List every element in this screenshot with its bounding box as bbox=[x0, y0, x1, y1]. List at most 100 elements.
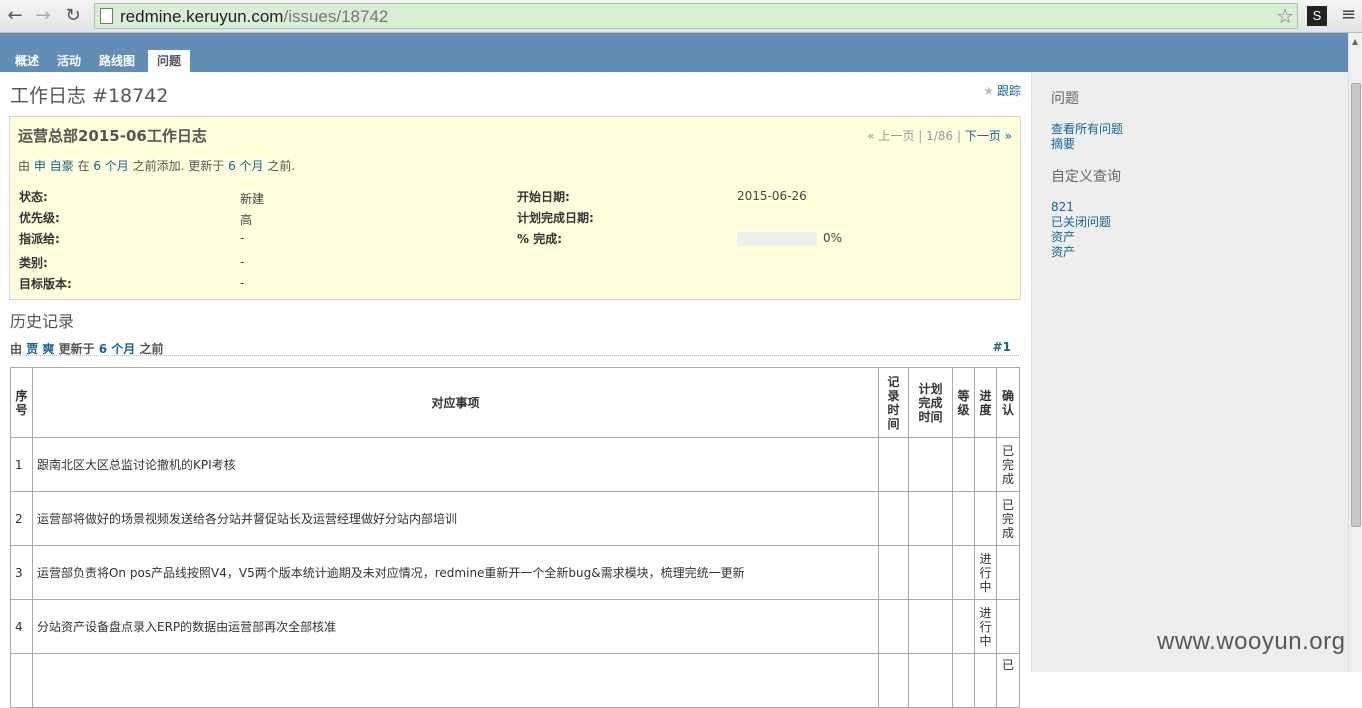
row-confirm-text: 已 bbox=[1001, 658, 1014, 672]
category-value: - bbox=[240, 255, 245, 269]
pager-separator: | bbox=[956, 129, 961, 143]
issue-subject: 运营总部2015-06工作日志 bbox=[18, 127, 207, 145]
done-label: % 完成: bbox=[517, 232, 563, 246]
row-plan-time bbox=[908, 653, 953, 708]
reload-icon[interactable]: ↻ bbox=[62, 5, 84, 27]
author-by: 由 bbox=[18, 159, 31, 173]
issue-pager: « 上一页 | 1/86 | 下一页 » bbox=[867, 127, 1012, 144]
row-item bbox=[31, 653, 880, 708]
sidebar-query-assets-2[interactable]: 资产 bbox=[1051, 245, 1329, 260]
row-confirm: 已 bbox=[995, 653, 1021, 708]
task-table: 序号 对应事项 记录时间 计划完成时间 等级 进度 确认 1 跟南北区大区总监讨… bbox=[10, 367, 1021, 708]
row-confirm bbox=[995, 545, 1021, 600]
page-icon bbox=[100, 8, 113, 24]
row-progress bbox=[973, 653, 997, 708]
scroll-up-icon[interactable]: ▲ bbox=[1352, 37, 1358, 46]
row-level bbox=[951, 545, 975, 600]
row-item: 运营部将做好的场景视频发送给各分站并督促站长及运营经理做好分站内部培训 bbox=[31, 491, 880, 546]
row-level bbox=[951, 653, 975, 708]
sidebar-query-assets[interactable]: 资产 bbox=[1051, 230, 1329, 245]
added-ago-link[interactable]: 6 个月 bbox=[93, 159, 128, 173]
author-line: 由 申 自豪 在 6 个月 之前添加. 更新于 6 个月 之前. bbox=[18, 157, 295, 174]
header-progress-text: 进度 bbox=[979, 388, 992, 417]
sidebar-query-closed[interactable]: 已关闭问题 bbox=[1051, 215, 1329, 230]
row-num: 4 bbox=[10, 599, 33, 654]
sidebar: 问题 查看所有问题 摘要 自定义查询 821 已关闭问题 资产 资产 bbox=[1031, 72, 1348, 672]
sidebar-queries-heading: 自定义查询 bbox=[1051, 169, 1121, 185]
extension-icon[interactable]: S bbox=[1307, 6, 1327, 26]
table-row: 4 分站资产设备盘点录入ERP的数据由运营部再次全部核准 进行中 bbox=[10, 599, 1021, 654]
header-confirm-text: 确认 bbox=[1001, 388, 1014, 417]
row-confirm-text: 已完成 bbox=[1001, 443, 1014, 486]
pager-separator: | bbox=[918, 129, 923, 143]
journal-suffix: 之前 bbox=[139, 342, 164, 356]
sidebar-link-all-issues[interactable]: 查看所有问题 bbox=[1051, 122, 1329, 137]
next-link[interactable]: 下一页 » bbox=[965, 129, 1012, 143]
row-confirm: 已完成 bbox=[995, 491, 1021, 546]
back-arrow-icon[interactable]: ← bbox=[4, 5, 26, 27]
table-row: 1 跟南北区大区总监讨论撤机的KPI考核 已完成 bbox=[10, 437, 1021, 492]
author-at: 在 bbox=[77, 159, 90, 173]
header-confirm: 确认 bbox=[995, 367, 1021, 438]
url-host: redmine.keruyun.com bbox=[120, 7, 284, 26]
row-progress bbox=[973, 437, 997, 492]
scroll-thumb[interactable] bbox=[1351, 83, 1361, 527]
tab-activity[interactable]: 活动 bbox=[48, 50, 90, 72]
forward-arrow-icon[interactable]: → bbox=[32, 5, 54, 27]
prev-link[interactable]: « 上一页 bbox=[867, 129, 914, 143]
author-link[interactable]: 申 自豪 bbox=[34, 159, 74, 173]
pager-position: 1/86 bbox=[926, 129, 954, 143]
updated-ago-link[interactable]: 6 个月 bbox=[228, 159, 263, 173]
sidebar-query-821[interactable]: 821 bbox=[1051, 200, 1329, 215]
header-record-time-text: 记录时间 bbox=[887, 374, 900, 431]
done-value: 0% bbox=[823, 231, 843, 245]
version-label: 目标版本: bbox=[19, 277, 72, 291]
page-scrollbar[interactable]: ▲ bbox=[1348, 33, 1362, 672]
watch-link[interactable]: ★ 跟踪 bbox=[983, 82, 1021, 99]
journal-user-link[interactable]: 贾 爽 bbox=[26, 342, 54, 356]
table-row: 3 运营部负责将On pos产品线按照V4，V5两个版本统计逾期及未对应情况，r… bbox=[10, 545, 1021, 600]
journal-number-link[interactable]: #1 bbox=[993, 340, 1011, 354]
category-label: 类别: bbox=[19, 256, 48, 270]
main-menu: 概述 活动 路线图 问题 bbox=[6, 50, 191, 72]
row-level bbox=[951, 599, 975, 654]
watch-label[interactable]: 跟踪 bbox=[997, 84, 1021, 98]
table-header-row: 序号 对应事项 记录时间 计划完成时间 等级 进度 确认 bbox=[10, 367, 1021, 438]
row-record-time bbox=[878, 653, 910, 708]
tab-overview[interactable]: 概述 bbox=[6, 50, 48, 72]
main-content: 工作日志 #18742 ★ 跟踪 运营总部2015-06工作日志 « 上一页 | … bbox=[0, 72, 1031, 708]
row-record-time bbox=[878, 545, 910, 600]
issue-details-box: 运营总部2015-06工作日志 « 上一页 | 1/86 | 下一页 » 由 申… bbox=[9, 116, 1021, 300]
browser-toolbar: ← → ↻ redmine.keruyun.com/issues/18742 ☆… bbox=[0, 0, 1362, 33]
bookmark-star-icon[interactable]: ☆ bbox=[1276, 4, 1294, 28]
priority-label: 优先级: bbox=[19, 211, 60, 225]
row-plan-time bbox=[908, 491, 953, 546]
header-level: 等级 bbox=[951, 367, 975, 438]
url-text[interactable]: redmine.keruyun.com/issues/18742 bbox=[120, 7, 388, 27]
header-plan-time: 计划完成时间 bbox=[908, 367, 953, 438]
tab-issues[interactable]: 问题 bbox=[148, 50, 191, 72]
row-num: 1 bbox=[10, 437, 33, 492]
journal-ago-link[interactable]: 6 个月 bbox=[99, 342, 136, 356]
header-num: 序号 bbox=[10, 367, 33, 438]
row-progress-text: 进行中 bbox=[979, 551, 992, 594]
row-record-time bbox=[878, 491, 910, 546]
header-plan-time-text: 计划完成时间 bbox=[918, 381, 943, 424]
header-level-text: 等级 bbox=[957, 388, 970, 417]
priority-value: 高 bbox=[240, 213, 253, 227]
row-level bbox=[951, 491, 975, 546]
row-num: 3 bbox=[10, 545, 33, 600]
address-bar[interactable]: redmine.keruyun.com/issues/18742 ☆ bbox=[94, 3, 1298, 29]
row-progress: 进行中 bbox=[973, 545, 997, 600]
row-item: 运营部负责将On pos产品线按照V4，V5两个版本统计逾期及未对应情况，red… bbox=[31, 545, 880, 600]
row-confirm: 已完成 bbox=[995, 437, 1021, 492]
menu-icon[interactable]: ≡ bbox=[1341, 4, 1356, 25]
sidebar-link-summary[interactable]: 摘要 bbox=[1051, 137, 1329, 152]
done-progress-bar bbox=[737, 232, 817, 246]
header-progress: 进度 bbox=[973, 367, 997, 438]
sidebar-issues-group: 问题 查看所有问题 摘要 bbox=[1051, 88, 1329, 152]
sidebar-issues-heading: 问题 bbox=[1051, 91, 1079, 107]
tab-roadmap[interactable]: 路线图 bbox=[90, 50, 144, 72]
row-plan-time bbox=[908, 599, 953, 654]
row-confirm-text: 已完成 bbox=[1001, 497, 1014, 540]
